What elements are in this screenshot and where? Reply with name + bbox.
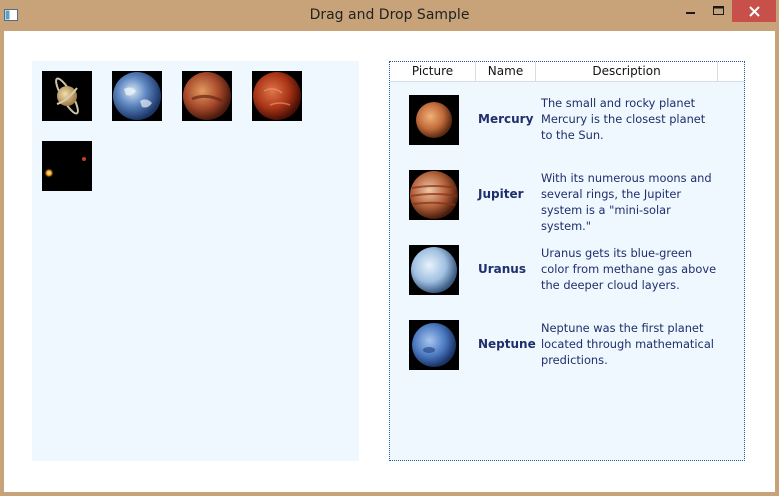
earth-icon [112, 71, 162, 121]
list-item[interactable]: Mercury The small and rocky planet Mercu… [390, 95, 744, 170]
row-description: Neptune was the first planet located thr… [541, 321, 714, 367]
row-picture [409, 245, 459, 295]
palette-item-venus[interactable] [252, 71, 302, 121]
title-bar[interactable]: Drag and Drop Sample [0, 0, 779, 31]
palette-item-saturn[interactable] [42, 71, 92, 121]
saturn-icon [42, 71, 92, 121]
list-item[interactable]: Neptune Neptune was the first planet loc… [390, 320, 744, 395]
uranus-icon [409, 245, 459, 295]
minimize-button[interactable] [678, 0, 704, 22]
palette-item-mars[interactable] [182, 71, 232, 121]
row-name: Neptune [478, 337, 536, 351]
close-icon [748, 5, 760, 17]
list-header: Picture Name Description [390, 62, 744, 82]
list-item[interactable]: Jupiter With its numerous moons and seve… [390, 170, 744, 245]
window-title: Drag and Drop Sample [309, 7, 470, 23]
venus-icon [252, 71, 302, 121]
client-area: Picture Name Description Mercury The sma… [4, 31, 775, 492]
row-description: The small and rocky planet Mercury is th… [541, 96, 706, 142]
row-picture [409, 95, 459, 145]
palette-item-sun[interactable] [42, 141, 92, 191]
planet-list[interactable]: Picture Name Description Mercury The sma… [389, 61, 745, 461]
sun-icon [42, 141, 92, 191]
list-item[interactable]: Uranus Uranus gets its blue-green color … [390, 245, 744, 320]
row-name: Mercury [478, 112, 534, 126]
row-name: Uranus [478, 262, 526, 276]
jupiter-icon [409, 170, 459, 220]
row-name: Jupiter [478, 187, 524, 201]
neptune-icon [409, 320, 459, 370]
row-description: Uranus gets its blue-green color from me… [541, 246, 717, 292]
column-header-name[interactable]: Name [476, 62, 536, 81]
maximize-button[interactable] [705, 0, 731, 22]
mars-icon [182, 71, 232, 121]
minimize-icon [686, 12, 695, 14]
maximize-icon [712, 6, 724, 15]
mercury-icon [409, 95, 459, 145]
column-header-picture[interactable]: Picture [390, 62, 476, 81]
row-picture [409, 320, 459, 370]
column-header-description[interactable]: Description [536, 62, 718, 81]
window: Drag and Drop Sample Picture Name Descri… [0, 0, 779, 496]
palette-item-earth[interactable] [112, 71, 162, 121]
planet-palette[interactable] [32, 61, 359, 461]
row-description: With its numerous moons and several ring… [541, 171, 712, 233]
close-button[interactable] [732, 0, 776, 22]
row-picture [409, 170, 459, 220]
